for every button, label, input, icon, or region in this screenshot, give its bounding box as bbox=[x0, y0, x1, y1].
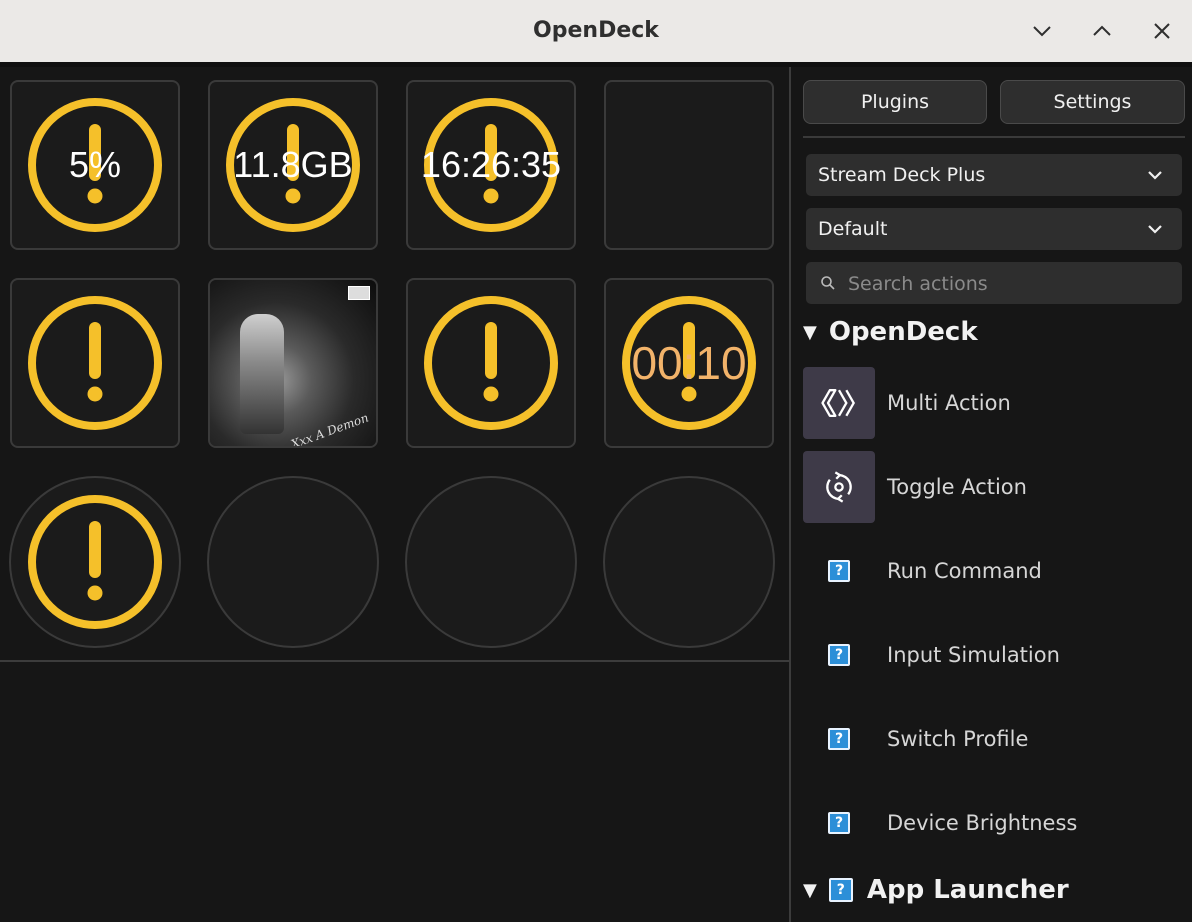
toggle-action-icon bbox=[803, 451, 875, 523]
key-label: 00:10 bbox=[631, 337, 747, 389]
chevron-up-icon bbox=[1093, 25, 1111, 36]
action-label: Device Brightness bbox=[887, 811, 1078, 835]
action-label: Toggle Action bbox=[887, 475, 1027, 499]
grid-divider bbox=[0, 660, 789, 662]
action-label: Input Simulation bbox=[887, 643, 1060, 667]
maximize-button[interactable] bbox=[1086, 15, 1118, 47]
action-device-brightness[interactable]: ? Device Brightness bbox=[803, 787, 1183, 859]
search-input[interactable] bbox=[846, 262, 1170, 306]
action-switch-profile[interactable]: ? Switch Profile bbox=[803, 703, 1183, 775]
search-box bbox=[806, 262, 1182, 306]
album-art-advisory bbox=[348, 286, 370, 300]
unknown-icon: ? bbox=[828, 878, 853, 902]
dial-slot-4[interactable] bbox=[603, 476, 775, 648]
panel-separator bbox=[803, 136, 1185, 138]
action-sidebar: Plugins Settings Stream Deck Plus Defaul… bbox=[791, 67, 1192, 922]
category-header-app-launcher[interactable]: ▼ ? App Launcher bbox=[803, 875, 1069, 905]
key-slot-1[interactable]: 5% bbox=[10, 80, 180, 250]
collapse-triangle-icon: ▼ bbox=[803, 879, 817, 901]
action-run-command[interactable]: ? Run Command bbox=[803, 535, 1183, 607]
album-art-signature: Xxx A Demon bbox=[288, 410, 370, 448]
chevron-down-icon bbox=[1148, 171, 1162, 180]
category-header-opendeck[interactable]: ▼ OpenDeck bbox=[803, 317, 978, 347]
category-label: OpenDeck bbox=[828, 317, 978, 347]
album-art-image: Xxx A Demon bbox=[210, 280, 376, 446]
action-label: Switch Profile bbox=[887, 727, 1029, 751]
unknown-icon: ? bbox=[803, 619, 875, 691]
deck-grid: 5% 11.8GB 16:26:35 Xxx A Demon 00:10 bbox=[0, 67, 789, 662]
warning-icon bbox=[28, 495, 162, 629]
action-multi-action[interactable]: Multi Action bbox=[803, 367, 1183, 439]
warning-icon bbox=[424, 296, 558, 430]
dial-slot-3[interactable] bbox=[405, 476, 577, 648]
unknown-icon: ? bbox=[803, 787, 875, 859]
unknown-icon: ? bbox=[803, 703, 875, 775]
close-icon bbox=[1154, 23, 1170, 39]
device-select-value: Stream Deck Plus bbox=[818, 164, 986, 186]
key-label: 5% bbox=[68, 144, 122, 185]
chevron-down-icon bbox=[1148, 225, 1162, 234]
action-input-simulation[interactable]: ? Input Simulation bbox=[803, 619, 1183, 691]
multi-action-icon bbox=[803, 367, 875, 439]
album-art-figure bbox=[240, 314, 284, 434]
title-bar: OpenDeck bbox=[0, 0, 1192, 67]
action-label: Run Command bbox=[887, 559, 1042, 583]
chevron-down-icon bbox=[1033, 26, 1051, 37]
minimize-button[interactable] bbox=[1026, 15, 1058, 47]
warning-icon bbox=[28, 296, 162, 430]
action-toggle-action[interactable]: Toggle Action bbox=[803, 451, 1183, 523]
key-slot-3[interactable]: 16:26:35 bbox=[406, 80, 576, 250]
window-title: OpenDeck bbox=[533, 18, 659, 43]
key-slot-4[interactable] bbox=[604, 80, 774, 250]
profile-select-value: Default bbox=[818, 218, 888, 240]
category-label: App Launcher bbox=[866, 875, 1069, 905]
key-slot-7[interactable] bbox=[406, 278, 576, 448]
plugins-button[interactable]: Plugins bbox=[803, 80, 987, 124]
key-slot-5[interactable] bbox=[10, 278, 180, 448]
key-slot-2[interactable]: 11.8GB bbox=[208, 80, 378, 250]
unknown-icon: ? bbox=[803, 535, 875, 607]
key-slot-6[interactable]: Xxx A Demon bbox=[208, 278, 378, 448]
device-select[interactable]: Stream Deck Plus bbox=[806, 154, 1182, 196]
key-slot-8[interactable]: 00:10 bbox=[604, 278, 774, 448]
key-label: 11.8GB bbox=[233, 144, 353, 185]
search-icon bbox=[821, 276, 835, 290]
dial-slot-2[interactable] bbox=[207, 476, 379, 648]
settings-button[interactable]: Settings bbox=[1000, 80, 1185, 124]
dial-slot-1[interactable] bbox=[9, 476, 181, 648]
action-label: Multi Action bbox=[887, 391, 1011, 415]
profile-select[interactable]: Default bbox=[806, 208, 1182, 250]
key-label: 16:26:35 bbox=[420, 144, 562, 185]
collapse-triangle-icon: ▼ bbox=[803, 321, 817, 343]
close-button[interactable] bbox=[1146, 15, 1178, 47]
